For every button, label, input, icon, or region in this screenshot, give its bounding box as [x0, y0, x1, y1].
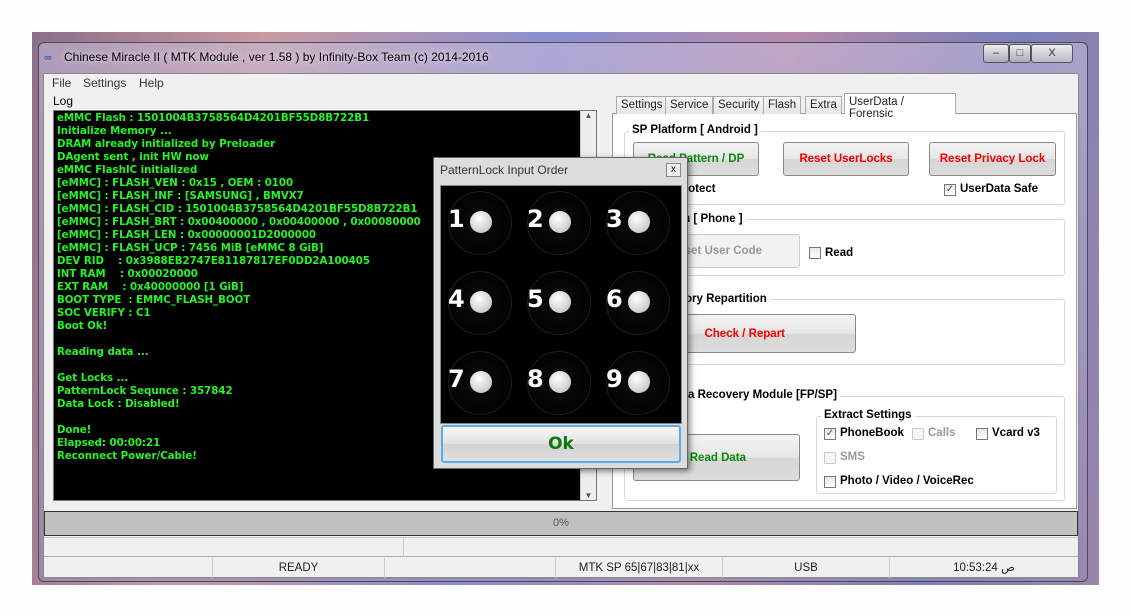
app-icon: ∞ — [44, 52, 52, 64]
ok-button[interactable]: Ok — [441, 425, 681, 463]
info-bar — [44, 537, 1078, 557]
menu-settings[interactable]: Settings — [83, 76, 126, 90]
media-checkbox[interactable] — [824, 476, 836, 488]
phonebook-label: PhoneBook — [840, 427, 904, 439]
log-label: Log — [53, 94, 74, 108]
close-button[interactable]: X — [1031, 44, 1073, 63]
status-chip: MTK SP 65|67|83|81|xx — [556, 558, 723, 578]
pattern-dot-4[interactable]: 4 — [440, 267, 520, 347]
dot-icon — [628, 211, 650, 233]
dot-number: 3 — [606, 205, 623, 233]
status-bar: READY MTK SP 65|67|83|81|xx USB 10:53:24… — [44, 558, 1078, 578]
menu-help[interactable]: Help — [139, 76, 164, 90]
tab-userdata-forensic[interactable]: UserData / Forensic — [844, 93, 956, 120]
status-time: 10:53:24 ص — [953, 562, 1015, 574]
pattern-dot-8[interactable]: 8 — [519, 347, 599, 427]
minimize-button[interactable]: – — [983, 44, 1009, 63]
log-line: Initialize Memory ... — [57, 126, 172, 137]
dot-number: 7 — [448, 365, 465, 393]
pattern-dot-1[interactable]: 1 — [440, 187, 520, 267]
dot-icon — [628, 291, 650, 313]
pattern-dot-6[interactable]: 6 — [598, 267, 678, 347]
dot-icon — [470, 371, 492, 393]
dialog-title: PatternLock Input Order — [440, 163, 569, 177]
tab-settings[interactable]: Settings — [616, 96, 668, 114]
sms-checkbox[interactable] — [824, 452, 836, 464]
dot-icon — [549, 371, 571, 393]
phonebook-checkbox[interactable]: ✓ — [824, 428, 836, 440]
dot-icon — [470, 291, 492, 313]
tab-extra[interactable]: Extra — [805, 96, 842, 114]
sp-platform-title: SP Platform [ Android ] — [629, 124, 761, 136]
maximize-button[interactable]: □ — [1009, 44, 1031, 63]
calls-label: Calls — [928, 427, 956, 439]
menu-file[interactable]: File — [52, 76, 71, 90]
status-port: USB — [723, 558, 890, 578]
reset-privacy-lock-button[interactable]: Reset Privacy Lock — [929, 142, 1056, 176]
extract-settings-title: Extract Settings — [821, 409, 915, 421]
status-empty-2 — [385, 558, 556, 578]
pattern-dot-7[interactable]: 7 — [440, 347, 520, 427]
sms-label: SMS — [840, 451, 865, 463]
log-line: DRAM already initialized by Preloader — [57, 139, 276, 150]
recovery-title: a Recovery Module [FP/SP] — [685, 389, 840, 401]
dot-number: 8 — [527, 365, 544, 393]
window-title: Chinese Miracle II ( MTK Module , ver 1.… — [64, 50, 489, 64]
dot-icon — [549, 291, 571, 313]
read-label: Read — [825, 247, 854, 259]
pattern-dot-2[interactable]: 2 — [519, 187, 599, 267]
dot-number: 2 — [527, 205, 544, 233]
reset-userlocks-button[interactable]: Reset UserLocks — [783, 142, 909, 176]
status-empty-1 — [44, 558, 213, 578]
tab-flash[interactable]: Flash — [763, 96, 802, 114]
scroll-down-icon[interactable]: ▼ — [581, 491, 596, 500]
userdata-safe-checkbox[interactable]: ✓ — [944, 184, 956, 196]
dot-number: 4 — [448, 285, 465, 313]
dot-icon — [470, 211, 492, 233]
vcard-checkbox[interactable] — [976, 428, 988, 440]
dot-number: 9 — [606, 365, 623, 393]
status-state: READY — [213, 558, 385, 578]
pattern-dot-9[interactable]: 9 — [598, 347, 678, 427]
scroll-up-icon[interactable]: ▲ — [581, 111, 596, 120]
dot-icon — [628, 371, 650, 393]
dot-icon — [549, 211, 571, 233]
tab-security[interactable]: Security — [713, 96, 765, 114]
log-line: eMMC Flash : 1501004B3758564D4201BF55D8B… — [57, 113, 370, 124]
read-checkbox[interactable] — [809, 247, 821, 259]
tab-service[interactable]: Service — [665, 96, 714, 114]
vcard-label: Vcard v3 — [992, 427, 1040, 439]
dot-number: 1 — [448, 205, 465, 233]
progress-bar: 0% — [44, 511, 1078, 536]
repartition-title: ory Repartition — [682, 293, 770, 305]
dot-number: 5 — [527, 285, 544, 313]
media-label: Photo / Video / VoiceRec — [840, 475, 974, 487]
userdata-safe-label: UserData Safe — [960, 183, 1038, 195]
pattern-dot-5[interactable]: 5 — [519, 267, 599, 347]
pattern-dot-3[interactable]: 3 — [598, 187, 678, 267]
dot-number: 6 — [606, 285, 623, 313]
dialog-close-icon[interactable]: x — [666, 163, 681, 177]
calls-checkbox[interactable] — [912, 428, 924, 440]
